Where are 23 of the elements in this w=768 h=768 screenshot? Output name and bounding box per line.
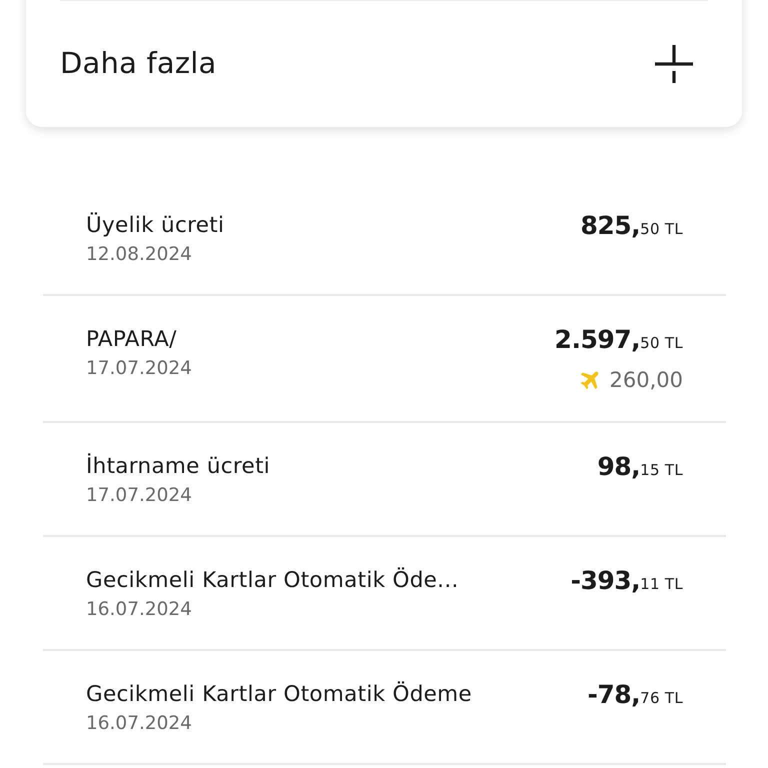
transaction-amount: 825,50 TL	[580, 212, 683, 242]
transaction-date: 16.07.2024	[86, 599, 193, 621]
transaction-title: Gecikmeli Kartlar Otomatik Ödeme	[86, 681, 472, 709]
transaction-row[interactable]: Gecikmeli Kartlar Otomatik Öde... 16.07.2024 -393,11 TL	[43, 537, 726, 651]
transaction-date: 12.08.2024	[86, 244, 193, 266]
transaction-amount: 98,15 TL	[597, 453, 683, 483]
transaction-amount: -78,76 TL	[587, 681, 683, 711]
transaction-amount: -393,11 TL	[570, 567, 683, 597]
transaction-row[interactable]: Üyelik ücreti 12.08.2024 825,50 TL	[43, 182, 726, 296]
transaction-title: İhtarname ücreti	[86, 453, 270, 481]
reward-points: 260,00	[610, 367, 683, 393]
transaction-date: 16.07.2024	[86, 713, 193, 735]
transaction-date: 17.07.2024	[86, 358, 192, 380]
transaction-date: 17.07.2024	[86, 485, 193, 507]
transaction-amount: 2.597,50 TL	[554, 326, 683, 356]
transaction-row[interactable]: İhtarname ücreti 17.07.2024 98,15 TL	[43, 423, 726, 537]
transaction-title: Gecikmeli Kartlar Otomatik Öde...	[86, 567, 459, 595]
airplane-icon	[578, 370, 600, 390]
transaction-title: PAPARA/	[86, 326, 178, 354]
expand-row[interactable]: Daha fazla	[60, 1, 708, 127]
transaction-row[interactable]: Gecikmeli Kartlar Otomatik Ödeme 16.07.2024 -78,76 TL	[43, 651, 726, 765]
transaction-title: Üyelik ücreti	[86, 212, 224, 240]
transaction-row[interactable]: PAPARA/ 17.07.2024 2.597,50 TL 260,00	[43, 296, 726, 423]
